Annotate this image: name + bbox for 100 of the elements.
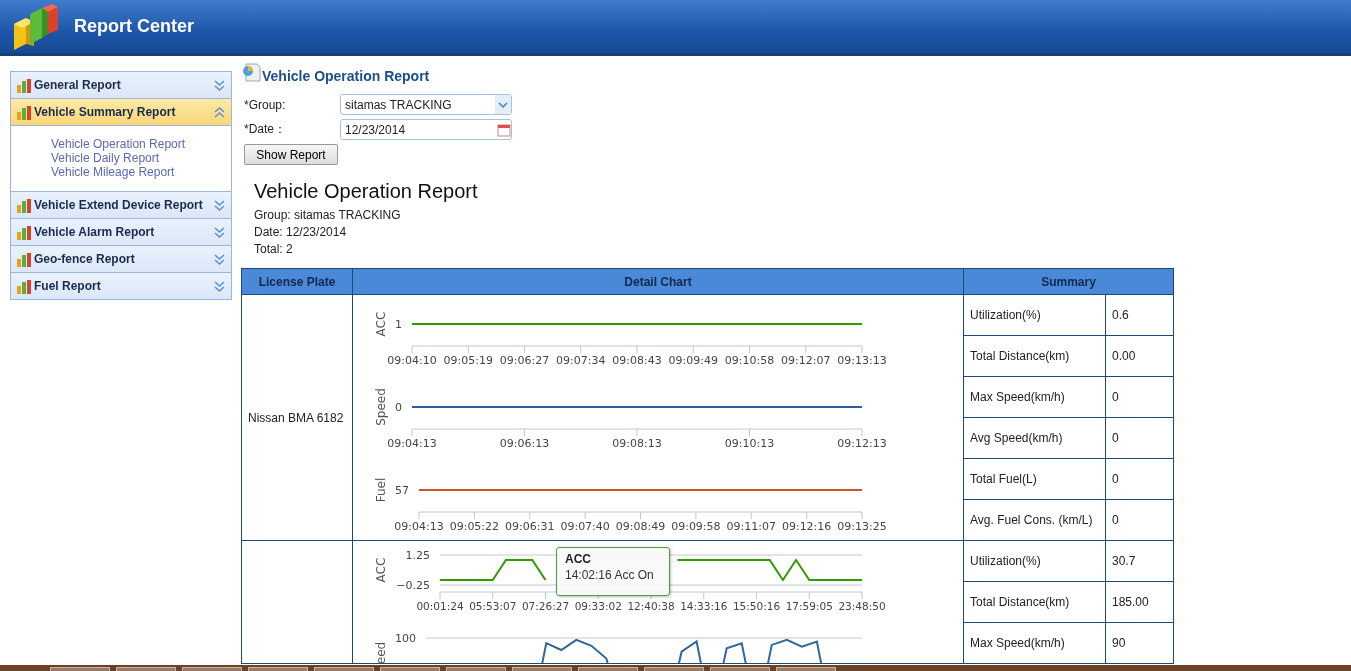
summary-label: Avg Speed(km/h) bbox=[963, 417, 1106, 459]
field-label: *Group: bbox=[244, 97, 287, 112]
tick-label: 09:08:13 bbox=[612, 437, 662, 450]
app-title: Report Center bbox=[74, 16, 194, 37]
taskbar-tab[interactable] bbox=[50, 667, 110, 671]
tick-label: 100 bbox=[395, 632, 416, 645]
collapse-icon[interactable] bbox=[214, 106, 225, 118]
tick-label: 09:09:58 bbox=[671, 520, 721, 533]
tick-label: 09:10:58 bbox=[724, 354, 775, 367]
summary-value: 0.6 bbox=[1105, 294, 1174, 336]
report-info: Date: 12/23/2014 bbox=[254, 225, 348, 239]
report-link[interactable]: Vehicle Daily Report bbox=[51, 151, 231, 165]
tick-label: 09:13:13 bbox=[837, 354, 887, 367]
summary-label: Total Distance(km) bbox=[963, 335, 1106, 377]
taskbar-tab[interactable] bbox=[380, 667, 440, 671]
sidebar-item[interactable]: Vehicle Summary Report bbox=[11, 98, 231, 125]
tick-label: 09:06:31 bbox=[505, 520, 555, 533]
summary-label: Total Distance(km) bbox=[963, 581, 1106, 623]
tick-label: 09:07:40 bbox=[560, 520, 610, 533]
report-title: Vehicle Operation Report bbox=[254, 180, 479, 203]
report-link[interactable]: Vehicle Operation Report bbox=[51, 137, 231, 151]
sidebar-item[interactable]: General Report bbox=[11, 71, 231, 98]
sidebar-item-label: General Report bbox=[34, 78, 122, 92]
bar-chart-icon bbox=[16, 278, 32, 294]
summary-value: 0 bbox=[1105, 417, 1174, 459]
show-report-button[interactable]: Show Report bbox=[244, 144, 338, 165]
tick-label: 1 bbox=[395, 318, 402, 331]
dropdown-icon[interactable] bbox=[495, 95, 511, 114]
tick-label: 57 bbox=[395, 484, 409, 497]
group-select[interactable]: sitamas TRACKING bbox=[340, 94, 512, 115]
column-header: Detail Chart bbox=[352, 268, 964, 295]
taskbar-tab[interactable] bbox=[710, 667, 770, 671]
summary-label: Max Speed(km/h) bbox=[963, 376, 1106, 418]
taskbar-tab[interactable] bbox=[776, 667, 836, 671]
summary-value: 185.00 bbox=[1105, 581, 1174, 623]
tick-label: 14:33:16 bbox=[680, 600, 728, 612]
tick-label: 1.25 bbox=[405, 549, 430, 562]
tick-label: 00:01:24 bbox=[416, 600, 464, 612]
axis-title: Speed bbox=[374, 388, 388, 426]
expand-icon[interactable] bbox=[214, 280, 225, 292]
sidebar-item-label: Vehicle Summary Report bbox=[34, 105, 177, 119]
tick-label: 09:06:27 bbox=[499, 354, 550, 367]
sidebar-item[interactable]: Fuel Report bbox=[11, 272, 231, 299]
tick-label: 12:40:38 bbox=[627, 600, 675, 612]
summary-value: 0.00 bbox=[1105, 335, 1174, 377]
axis-title: ACC bbox=[374, 311, 388, 337]
tick-label: 07:26:27 bbox=[521, 600, 570, 612]
summary-label: Utilization(%) bbox=[963, 540, 1106, 582]
tick-label: 09:33:02 bbox=[574, 600, 622, 612]
tick-label: 09:04:13 bbox=[394, 520, 444, 533]
field-label: *Date： bbox=[244, 121, 288, 138]
expand-icon[interactable] bbox=[214, 226, 225, 238]
expand-icon[interactable] bbox=[214, 199, 225, 211]
tick-label: 09:06:13 bbox=[499, 437, 550, 450]
tick-label: 09:04:10 bbox=[387, 354, 437, 367]
tick-label: −0.25 bbox=[396, 579, 430, 592]
tick-label: 09:12:13 bbox=[837, 437, 887, 450]
taskbar-tab[interactable] bbox=[644, 667, 704, 671]
tick-label: 09:11:07 bbox=[726, 520, 776, 533]
date-field[interactable]: 12/23/2014 bbox=[340, 119, 512, 140]
summary-label: Avg. Fuel Cons. (km/L) bbox=[963, 499, 1106, 541]
taskbar-tab[interactable] bbox=[314, 667, 374, 671]
sidebar-item-label: Geo-fence Report bbox=[34, 252, 136, 266]
axis-title: Fuel bbox=[374, 477, 388, 503]
expand-icon[interactable] bbox=[214, 79, 225, 91]
tick-label: 09:13:25 bbox=[837, 520, 887, 533]
axis-title: eed bbox=[374, 641, 388, 663]
taskbar-tab[interactable] bbox=[512, 667, 572, 671]
tick-label: 15:50:16 bbox=[732, 600, 781, 612]
tick-label: 09:08:49 bbox=[615, 520, 666, 533]
sidebar-item-label: Vehicle Extend Device Report bbox=[34, 198, 204, 212]
report-link[interactable]: Vehicle Mileage Report bbox=[51, 165, 231, 179]
tick-label: 05:53:07 bbox=[469, 600, 517, 612]
tick-label: 0 bbox=[395, 401, 402, 414]
axis-title: ACC bbox=[374, 557, 388, 583]
sidebar-item[interactable]: Geo-fence Report bbox=[11, 245, 231, 272]
expand-icon[interactable] bbox=[214, 253, 225, 265]
summary-label: Max Speed(km/h) bbox=[963, 622, 1106, 664]
taskbar-tab[interactable] bbox=[578, 667, 638, 671]
calendar-icon[interactable] bbox=[497, 122, 511, 137]
tick-label: 09:04:13 bbox=[387, 437, 437, 450]
sidebar-item-label: Fuel Report bbox=[34, 279, 102, 293]
bar-chart-icon bbox=[16, 224, 32, 240]
taskbar-tab[interactable] bbox=[446, 667, 506, 671]
bar-chart-icon bbox=[16, 77, 32, 93]
taskbar-tab[interactable] bbox=[182, 667, 242, 671]
taskbar-tab[interactable] bbox=[116, 667, 176, 671]
taskbar-tab[interactable] bbox=[248, 667, 308, 671]
bar-chart-icon bbox=[16, 104, 32, 120]
tick-label: 17:59:05 bbox=[785, 600, 833, 612]
sidebar-item[interactable]: Vehicle Alarm Report bbox=[11, 218, 231, 245]
sidebar-item[interactable]: Vehicle Extend Device Report bbox=[11, 191, 231, 218]
summary-value: 0 bbox=[1105, 499, 1174, 541]
tick-label: 09:07:34 bbox=[556, 354, 606, 367]
column-header: Summary bbox=[963, 268, 1174, 295]
tick-label: 09:12:16 bbox=[781, 520, 832, 533]
report-info: Group: sitamas TRACKING bbox=[254, 208, 402, 222]
summary-value: 30.7 bbox=[1105, 540, 1174, 582]
plate-cell: Nissan BMA 6182 bbox=[241, 294, 353, 541]
tick-label: 09:10:13 bbox=[724, 437, 775, 450]
